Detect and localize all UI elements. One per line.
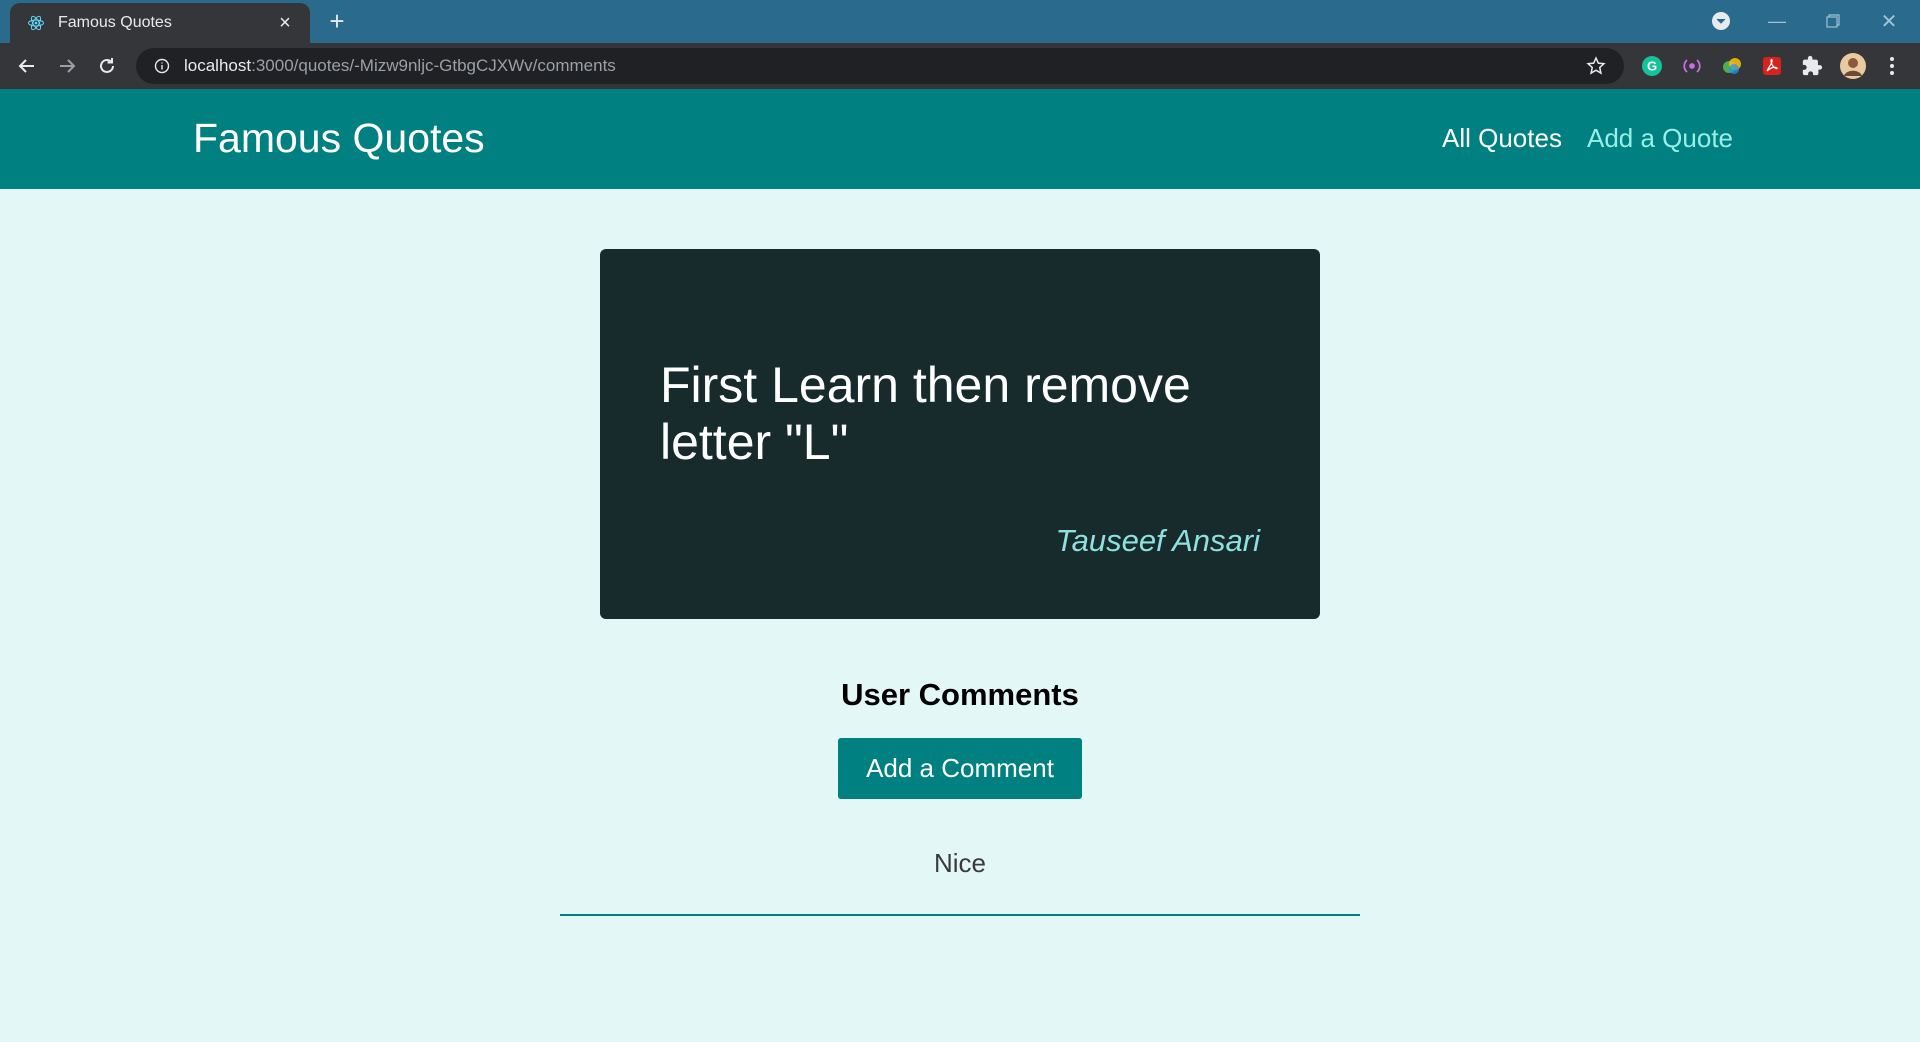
tab-search-icon[interactable] [1706, 6, 1736, 36]
react-icon [26, 13, 46, 33]
browser-menu-icon[interactable] [1880, 54, 1904, 78]
close-window-icon[interactable]: ✕ [1874, 6, 1904, 36]
browser-tab-strip: Famous Quotes × + — ✕ [0, 0, 1920, 43]
bookmark-star-icon[interactable] [1584, 54, 1608, 78]
comment-item: Nice [560, 838, 1360, 916]
comment-text: Nice [933, 848, 986, 878]
add-comment-button[interactable]: Add a Comment [838, 738, 1082, 799]
forward-icon[interactable] [52, 51, 82, 81]
tab-close-icon[interactable]: × [274, 12, 296, 35]
nav-all-quotes[interactable]: All Quotes [1442, 123, 1562, 154]
tab-title: Famous Quotes [58, 14, 172, 31]
url-text: localhost:3000/quotes/-Mizw9nljc-GtbgCJX… [184, 56, 1584, 76]
quote-text: First Learn then remove letter "L" [660, 357, 1191, 470]
site-header: Famous Quotes All Quotes Add a Quote [0, 89, 1920, 189]
back-icon[interactable] [12, 51, 42, 81]
color-extension-icon[interactable] [1720, 54, 1744, 78]
site-info-icon[interactable] [152, 56, 172, 76]
restore-icon[interactable] [1818, 6, 1848, 36]
url-host: localhost [184, 56, 252, 75]
broadcast-extension-icon[interactable] [1680, 54, 1704, 78]
address-bar[interactable]: localhost:3000/quotes/-Mizw9nljc-GtbgCJX… [136, 48, 1624, 84]
browser-tab[interactable]: Famous Quotes × [10, 3, 310, 43]
reload-icon[interactable] [92, 51, 122, 81]
extensions-puzzle-icon[interactable] [1800, 54, 1824, 78]
browser-toolbar: localhost:3000/quotes/-Mizw9nljc-GtbgCJX… [0, 43, 1920, 89]
quote-card: First Learn then remove letter "L" Tause… [600, 249, 1320, 619]
quote-author: Tauseef Ansari [1055, 523, 1261, 558]
site-logo[interactable]: Famous Quotes [193, 115, 485, 162]
new-tab-icon[interactable]: + [322, 6, 352, 36]
comments-heading: User Comments [841, 677, 1079, 712]
profile-avatar[interactable] [1839, 52, 1867, 80]
url-path: :3000/quotes/-Mizw9nljc-GtbgCJXWv/commen… [251, 56, 616, 75]
svg-text:G: G [1647, 59, 1657, 74]
nav-add-quote[interactable]: Add a Quote [1587, 123, 1733, 154]
minimize-icon[interactable]: — [1762, 6, 1792, 36]
pdf-extension-icon[interactable] [1760, 54, 1784, 78]
grammarly-icon[interactable]: G [1640, 54, 1664, 78]
